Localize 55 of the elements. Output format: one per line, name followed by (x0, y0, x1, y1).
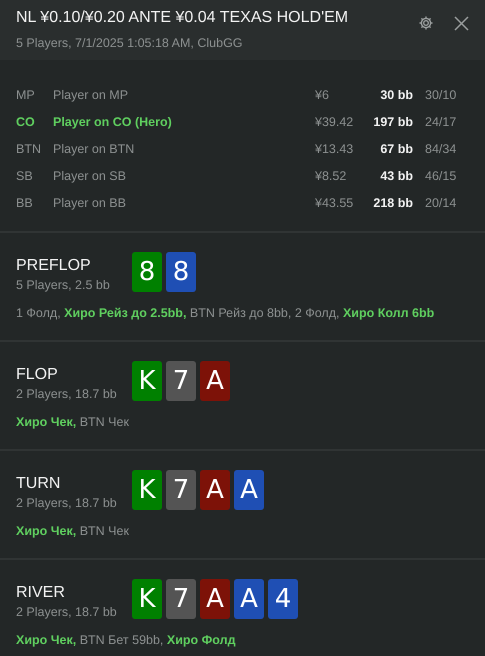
playing-card: K (132, 579, 162, 619)
street-info: 5 Players, 2.5 bb (16, 278, 111, 292)
playing-card: K (132, 470, 162, 510)
player-stack-bb: 218 bb (372, 195, 413, 212)
player-name: Player on MP (53, 87, 130, 104)
player-position: SB (16, 168, 34, 185)
player-name: Player on BTN (53, 141, 136, 158)
close-icon[interactable] (454, 16, 469, 30)
player-name: Player on SB (53, 168, 127, 185)
player-position: MP (16, 87, 36, 104)
playing-card: A (234, 579, 264, 619)
street-name: TURN (16, 475, 62, 493)
playing-card: K (132, 361, 162, 401)
playing-card: 8 (166, 252, 196, 292)
street-actions: Хиро Чек, BTN Чек (16, 415, 130, 429)
playing-card: 8 (132, 252, 162, 292)
player-name: Player on BB (53, 195, 127, 212)
player-stack-bb: 30 bb (379, 87, 413, 104)
player-stats: 20/14 (424, 195, 458, 212)
hand-subtitle: 5 Players, 7/1/2025 1:05:18 AM, ClubGG (16, 36, 244, 50)
settings-icon[interactable] (418, 15, 434, 31)
playing-card: A (200, 579, 230, 619)
playing-card: 7 (166, 361, 196, 401)
player-stack-bb: 197 bb (372, 114, 413, 131)
player-stats: 30/10 (424, 87, 458, 104)
player-name: Player on CO (Hero) (53, 114, 173, 131)
street-name: PREFLOP (16, 257, 92, 275)
street-info: 2 Players, 18.7 bb (16, 496, 118, 510)
street-actions: Хиро Чек, BTN Бет 59bb, Хиро Фолд (16, 633, 237, 647)
player-stack-bb: 67 bb (379, 141, 413, 158)
playing-card: 7 (166, 579, 196, 619)
player-stats: 24/17 (424, 114, 458, 131)
player-stats: 46/15 (424, 168, 458, 185)
street-actions: Хиро Чек, BTN Чек (16, 524, 130, 538)
street-info: 2 Players, 18.7 bb (16, 605, 118, 619)
playing-card: A (200, 361, 230, 401)
window-title: NL ¥0.10/¥0.20 ANTE ¥0.04 TEXAS HOLD'EM (16, 9, 348, 27)
playing-card: A (234, 470, 264, 510)
player-position: CO (16, 114, 36, 131)
street-actions: 1 Фолд, Хиро Рейз до 2.5bb, BTN Рейз до 8bb, 2 Фолд, Хиро Колл 6bb (16, 306, 436, 320)
player-stats: 84/34 (424, 141, 458, 158)
playing-card: 7 (166, 470, 196, 510)
player-stack: ¥8.52 (315, 168, 348, 185)
playing-card: 4 (268, 579, 298, 619)
street-info: 2 Players, 18.7 bb (16, 387, 118, 401)
street-name: FLOP (16, 366, 59, 384)
player-position: BTN (16, 141, 42, 158)
player-stack: ¥43.55 (315, 195, 354, 212)
street-name: RIVER (16, 584, 66, 602)
player-stack: ¥39.42 (315, 114, 354, 131)
player-position: BB (16, 195, 34, 212)
player-stack: ¥13.43 (315, 141, 354, 158)
player-stack: ¥6 (315, 87, 330, 104)
playing-card: A (200, 470, 230, 510)
player-stack-bb: 43 bb (379, 168, 413, 185)
